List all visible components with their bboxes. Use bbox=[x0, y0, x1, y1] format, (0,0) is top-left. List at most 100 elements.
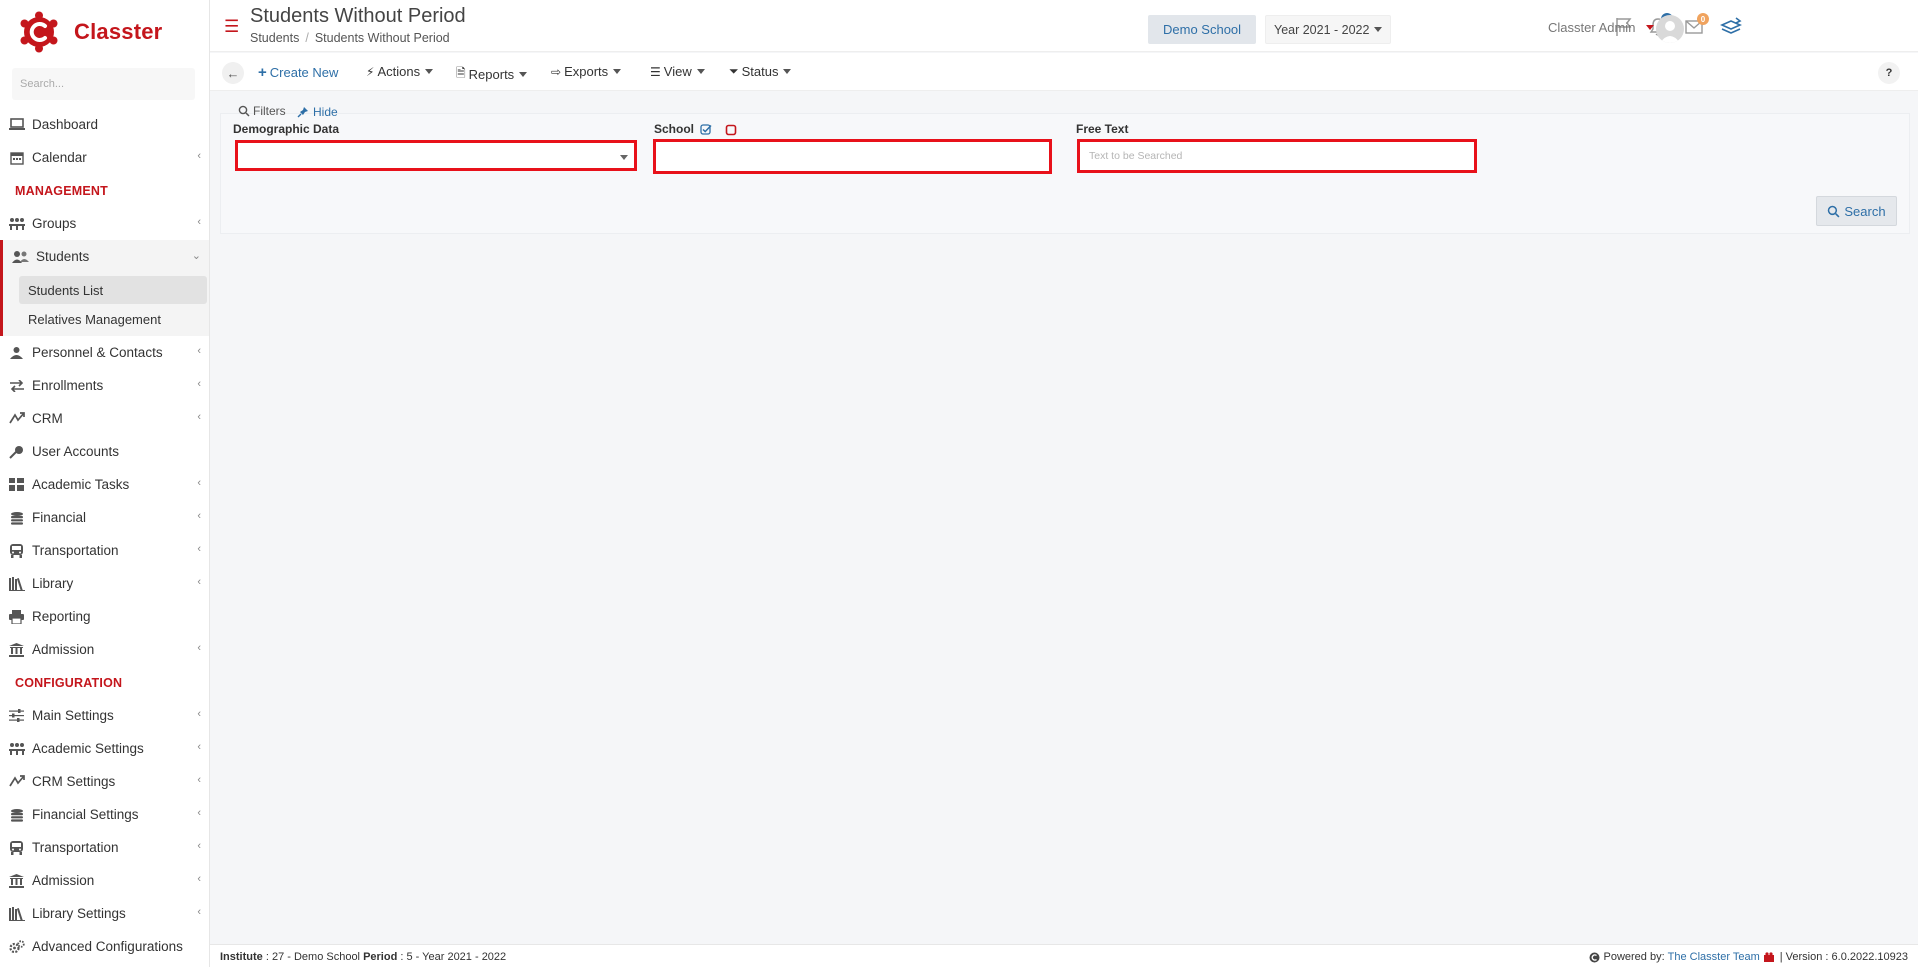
sidebar-item-calendar[interactable]: Calendar ‹ bbox=[0, 141, 209, 174]
period-label: Period bbox=[363, 951, 398, 963]
school-selector-button[interactable]: Demo School bbox=[1148, 15, 1257, 44]
help-button[interactable]: ? bbox=[1878, 62, 1900, 84]
chevron-left-icon: ‹ bbox=[197, 840, 201, 852]
view-dropdown[interactable]: ☰ View bbox=[650, 64, 705, 79]
key-icon bbox=[8, 445, 25, 459]
sidebar-item-students[interactable]: Students ⌄ bbox=[0, 240, 209, 273]
create-new-label: Create New bbox=[269, 65, 339, 80]
free-text-input[interactable] bbox=[1080, 142, 1474, 170]
library-icon bbox=[8, 906, 25, 921]
students-submenu: Students List Relatives Management bbox=[0, 273, 209, 336]
school-select[interactable] bbox=[653, 139, 1052, 174]
school-selector-label: Demo School bbox=[1163, 22, 1242, 37]
search-button[interactable]: Search bbox=[1816, 196, 1897, 226]
breadcrumb-item-students[interactable]: Students bbox=[250, 31, 299, 45]
messages-envelope-icon[interactable]: 0 bbox=[1684, 13, 1709, 37]
chevron-left-icon: ‹ bbox=[197, 708, 201, 720]
footer: Institute : 27 - Demo School Period : 5 … bbox=[210, 944, 1918, 967]
select-all-check-icon[interactable] bbox=[700, 124, 712, 136]
sidebar-item-label: Library bbox=[32, 576, 74, 591]
menu-toggle-icon[interactable]: ☰ bbox=[224, 18, 239, 35]
sidebar-item-financial[interactable]: Financial ‹ bbox=[0, 501, 209, 534]
sidebar-item-reporting[interactable]: Reporting bbox=[0, 600, 209, 633]
layers-icon[interactable] bbox=[1720, 17, 1742, 37]
sidebar-item-enrollments[interactable]: Enrollments ‹ bbox=[0, 369, 209, 402]
sidebar-item-library-settings[interactable]: Library Settings ‹ bbox=[0, 897, 209, 930]
classter-team-link[interactable]: The Classter Team bbox=[1668, 951, 1760, 963]
filters-toggle[interactable]: Filters bbox=[238, 104, 286, 118]
sidebar-item-user-accounts[interactable]: User Accounts bbox=[0, 435, 209, 468]
sidebar-item-financial-settings[interactable]: Financial Settings ‹ bbox=[0, 798, 209, 831]
action-toolbar: ← + Create New ⚡︎ Actions 🗎︎ Reports ⇨ Expor… bbox=[210, 53, 1918, 91]
sidebar-item-academic-settings[interactable]: Academic Settings ‹ bbox=[0, 732, 209, 765]
demographic-data-select[interactable] bbox=[235, 140, 637, 171]
sidebar-subitem-students-list[interactable]: Students List bbox=[19, 276, 207, 304]
chevron-left-icon: ‹ bbox=[197, 906, 201, 918]
back-arrow-icon[interactable]: ← bbox=[222, 62, 244, 84]
status-dropdown[interactable]: ⏷ Status bbox=[729, 64, 792, 79]
chevron-left-icon: ‹ bbox=[197, 741, 201, 753]
sidebar-item-advanced-configurations[interactable]: Advanced Configurations bbox=[0, 930, 209, 963]
sidebar-item-crm-settings[interactable]: CRM Settings ‹ bbox=[0, 765, 209, 798]
hide-filters-link[interactable]: Hide bbox=[297, 105, 338, 119]
section-management: MANAGEMENT bbox=[15, 183, 108, 198]
chevron-left-icon: ‹ bbox=[197, 807, 201, 819]
sidebar-search-input[interactable]: Search... bbox=[12, 68, 195, 100]
sidebar-item-academic-tasks[interactable]: Academic Tasks ‹ bbox=[0, 468, 209, 501]
sidebar-item-admission[interactable]: Admission ‹ bbox=[0, 633, 209, 666]
gears-icon bbox=[8, 939, 25, 954]
sidebar-item-main-settings[interactable]: Main Settings ‹ bbox=[0, 699, 209, 732]
institute-value: : 27 - Demo School bbox=[265, 951, 360, 963]
free-text-field[interactable] bbox=[1077, 139, 1477, 173]
page-title: Students Without Period bbox=[250, 5, 466, 27]
plus-icon: + bbox=[258, 64, 267, 81]
demographic-data-label: Demographic Data bbox=[233, 122, 340, 136]
deselect-all-square-icon[interactable] bbox=[725, 124, 737, 136]
sidebar-item-library[interactable]: Library ‹ bbox=[0, 567, 209, 600]
sidebar-item-label: Academic Settings bbox=[32, 741, 144, 756]
exports-label: Exports bbox=[564, 64, 609, 79]
sidebar-item-label: CRM Settings bbox=[32, 774, 116, 789]
period-value: : 5 - Year 2021 - 2022 bbox=[400, 951, 507, 963]
sidebar-item-label: Reporting bbox=[32, 609, 91, 624]
institution-icon bbox=[8, 642, 25, 657]
create-new-button[interactable]: + Create New bbox=[258, 64, 338, 81]
footer-credits: Powered by: The Classter Team | Version … bbox=[1589, 951, 1908, 963]
exports-dropdown[interactable]: ⇨ Exports bbox=[551, 64, 622, 79]
actions-dropdown[interactable]: ⚡︎ Actions bbox=[366, 64, 434, 79]
sidebar-item-crm[interactable]: CRM ‹ bbox=[0, 402, 209, 435]
sidebar-item-label: CRM bbox=[32, 411, 63, 426]
filter-panel bbox=[220, 113, 1910, 234]
chevron-left-icon: ‹ bbox=[197, 477, 201, 489]
sidebar-item-admission-settings[interactable]: Admission ‹ bbox=[0, 864, 209, 897]
footer-context: Institute : 27 - Demo School Period : 5 … bbox=[220, 951, 506, 963]
sidebar-item-transportation[interactable]: Transportation ‹ bbox=[0, 534, 209, 567]
sidebar-item-label: Main Settings bbox=[32, 708, 114, 723]
sidebar-item-dashboard[interactable]: Dashboard bbox=[0, 108, 209, 141]
brand-logo[interactable]: Classter bbox=[0, 0, 209, 64]
sidebar-item-label: Transportation bbox=[32, 543, 119, 558]
powered-by-label: Powered by: bbox=[1603, 951, 1665, 963]
sidebar-subitem-relatives-management[interactable]: Relatives Management bbox=[19, 305, 207, 333]
search-icon bbox=[1828, 205, 1840, 217]
chevron-left-icon: ‹ bbox=[197, 378, 201, 390]
search-icon bbox=[238, 105, 250, 117]
reports-dropdown[interactable]: 🗎︎ Reports bbox=[456, 64, 528, 85]
version-label: | Version : 6.0.2022.10923 bbox=[1779, 951, 1908, 963]
filters-label: Filters bbox=[253, 104, 286, 118]
sidebar-item-label: Academic Tasks bbox=[32, 477, 130, 492]
sidebar-item-label: Admission bbox=[32, 642, 95, 657]
avatar[interactable] bbox=[1656, 15, 1684, 43]
calendar-icon bbox=[8, 151, 25, 165]
user-menu[interactable]: Classter Admin bbox=[1548, 20, 1635, 35]
students-icon bbox=[12, 250, 29, 264]
sidebar-item-label: Library Settings bbox=[32, 906, 126, 921]
sidebar-nav: Dashboard Calendar ‹ MANAGEMENT Groups ‹… bbox=[0, 108, 209, 963]
sidebar-item-groups[interactable]: Groups ‹ bbox=[0, 207, 209, 240]
chevron-left-icon: ‹ bbox=[197, 576, 201, 588]
sidebar-item-personnel-contacts[interactable]: Personnel & Contacts ‹ bbox=[0, 336, 209, 369]
bus-icon bbox=[8, 840, 25, 855]
year-selector-dropdown[interactable]: Year 2021 - 2022 bbox=[1265, 15, 1392, 44]
sidebar-item-transportation-settings[interactable]: Transportation ‹ bbox=[0, 831, 209, 864]
user-caret-down-icon[interactable] bbox=[1646, 25, 1654, 30]
